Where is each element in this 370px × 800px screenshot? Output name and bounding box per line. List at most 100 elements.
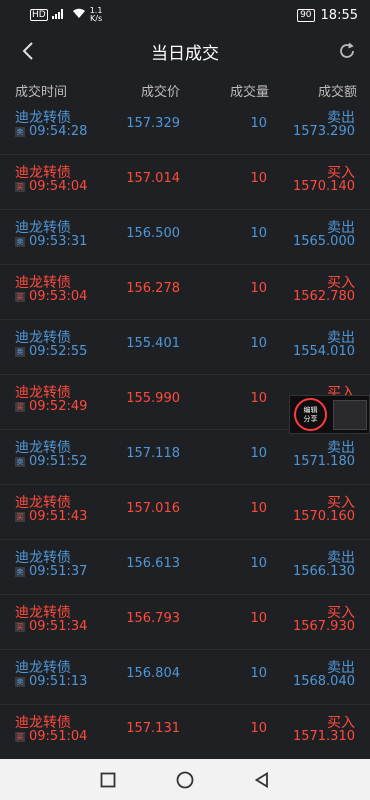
column-time: 成交时间 [15, 85, 68, 100]
trade-volume: 10 [250, 721, 267, 736]
trade-row[interactable]: 迪龙转债 卖 09:54:28 157.329 10 卖出 1573.290 [0, 100, 370, 155]
side-mark: 买 [15, 621, 25, 632]
column-price: 成交价 [141, 85, 181, 100]
trade-volume: 10 [250, 281, 267, 296]
trade-volume: 10 [250, 391, 267, 406]
trade-volume: 10 [250, 501, 267, 516]
trade-time-value: 09:51:52 [29, 454, 88, 469]
trade-volume: 10 [250, 446, 267, 461]
trade-price: 157.118 [126, 446, 180, 461]
trade-row[interactable]: 迪龙转债 买 09:51:43 157.016 10 买入 1570.160 [0, 485, 370, 540]
column-header-row: 成交时间 成交价 成交量 成交额 [0, 78, 370, 102]
edit-label: 编辑 [303, 405, 318, 414]
trade-time-value: 09:51:37 [29, 564, 88, 579]
signal-icon [51, 8, 68, 22]
trade-row[interactable]: 迪龙转债 卖 09:52:55 155.401 10 卖出 1554.010 [0, 320, 370, 375]
clock: 18:55 [320, 7, 358, 23]
trade-row[interactable]: 迪龙转债 买 09:51:04 157.131 10 买入 1571.310 [0, 705, 370, 760]
square-icon [100, 772, 116, 787]
side-mark: 买 [15, 291, 25, 302]
trade-time-value: 09:52:49 [29, 399, 88, 414]
trade-price: 157.329 [126, 116, 180, 131]
trade-volume: 10 [250, 171, 267, 186]
side-mark: 卖 [15, 676, 25, 687]
trade-time-value: 09:51:34 [29, 619, 88, 634]
home-button[interactable] [173, 768, 197, 792]
trade-time: 买 09:51:04 [15, 729, 87, 744]
trade-price: 156.793 [126, 611, 180, 626]
trade-time-value: 09:53:31 [29, 234, 88, 249]
trade-amount: 1565.000 [292, 234, 355, 249]
trade-amount: 1566.130 [292, 564, 355, 579]
side-mark: 卖 [15, 126, 25, 137]
trade-time: 买 09:51:43 [15, 509, 87, 524]
trade-price: 155.990 [126, 391, 180, 406]
trade-price: 157.014 [126, 171, 180, 186]
trade-volume: 10 [250, 226, 267, 241]
column-volume: 成交量 [230, 85, 270, 100]
trade-row[interactable]: 迪龙转债 卖 09:51:52 157.118 10 卖出 1571.180 [0, 430, 370, 485]
trade-time-value: 09:51:13 [29, 674, 88, 689]
chevron-left-icon [22, 42, 33, 60]
trade-row[interactable]: 迪龙转债 买 09:54:04 157.014 10 买入 1570.140 [0, 155, 370, 210]
side-mark: 卖 [15, 236, 25, 247]
trade-amount: 1571.310 [292, 729, 355, 744]
page-title: 当日成交 [151, 43, 219, 64]
hd-indicator: HD [30, 9, 48, 21]
trade-amount: 1568.040 [292, 674, 355, 689]
trade-row[interactable]: 迪龙转债 卖 09:53:31 156.500 10 卖出 1565.000 [0, 210, 370, 265]
wifi-icon [72, 8, 86, 22]
trade-volume: 10 [250, 666, 267, 681]
trade-time: 卖 09:54:28 [15, 124, 87, 139]
trade-volume: 10 [250, 116, 267, 131]
recent-apps-button[interactable] [96, 768, 120, 792]
trade-amount: 1562.780 [292, 289, 355, 304]
trade-row[interactable]: 迪龙转债 买 09:51:34 156.793 10 买入 1567.930 [0, 595, 370, 650]
side-mark: 卖 [15, 346, 25, 357]
trade-row[interactable]: 迪龙转债 卖 09:51:13 156.804 10 卖出 1568.040 [0, 650, 370, 705]
trade-time-value: 09:54:28 [29, 124, 88, 139]
side-mark: 买 [15, 181, 25, 192]
trade-time: 卖 09:51:13 [15, 674, 87, 689]
trade-amount: 1573.290 [292, 124, 355, 139]
trade-amount: 1570.140 [292, 179, 355, 194]
side-mark: 卖 [15, 456, 25, 467]
trade-time: 卖 09:53:31 [15, 234, 87, 249]
net-speed: 1.1 K/s [90, 7, 103, 23]
floating-share-widget[interactable]: 编辑 分享 [289, 395, 370, 434]
trade-price: 156.500 [126, 226, 180, 241]
circle-icon [176, 771, 194, 788]
back-nav-button[interactable] [250, 768, 274, 792]
triangle-back-icon [254, 771, 268, 788]
trade-time-value: 09:54:04 [29, 179, 88, 194]
trade-time: 买 09:53:04 [15, 289, 87, 304]
trade-price: 156.278 [126, 281, 180, 296]
column-amount: 成交额 [318, 85, 358, 100]
net-speed-unit: K/s [90, 14, 103, 23]
trade-volume: 10 [250, 556, 267, 571]
trade-time: 买 09:52:49 [15, 399, 87, 414]
back-button[interactable] [16, 39, 40, 63]
trade-amount: 1571.180 [292, 454, 355, 469]
status-bar: HD 1.1 K/s 90 18:55 [0, 0, 370, 30]
trade-row[interactable]: 迪龙转债 卖 09:51:37 156.613 10 卖出 1566.130 [0, 540, 370, 595]
trade-amount: 1567.930 [292, 619, 355, 634]
header: 当日成交 [0, 30, 370, 72]
trade-time-value: 09:53:04 [29, 289, 88, 304]
trade-price: 156.804 [126, 666, 180, 681]
trade-price: 157.131 [126, 721, 180, 736]
trade-time-value: 09:51:43 [29, 509, 88, 524]
side-mark: 买 [15, 401, 25, 412]
battery-indicator: 90 [297, 8, 315, 22]
share-label: 分享 [303, 414, 318, 423]
refresh-button[interactable] [336, 40, 358, 62]
screenshot-thumbnail[interactable] [333, 399, 367, 430]
trade-price: 157.016 [126, 501, 180, 516]
trade-price: 156.613 [126, 556, 180, 571]
edit-share-button[interactable]: 编辑 分享 [294, 398, 327, 431]
trade-row[interactable]: 迪龙转债 买 09:53:04 156.278 10 买入 1562.780 [0, 265, 370, 320]
side-mark: 买 [15, 511, 25, 522]
trade-time: 卖 09:52:55 [15, 344, 87, 359]
trade-time: 卖 09:51:37 [15, 564, 87, 579]
trade-time: 买 09:54:04 [15, 179, 87, 194]
